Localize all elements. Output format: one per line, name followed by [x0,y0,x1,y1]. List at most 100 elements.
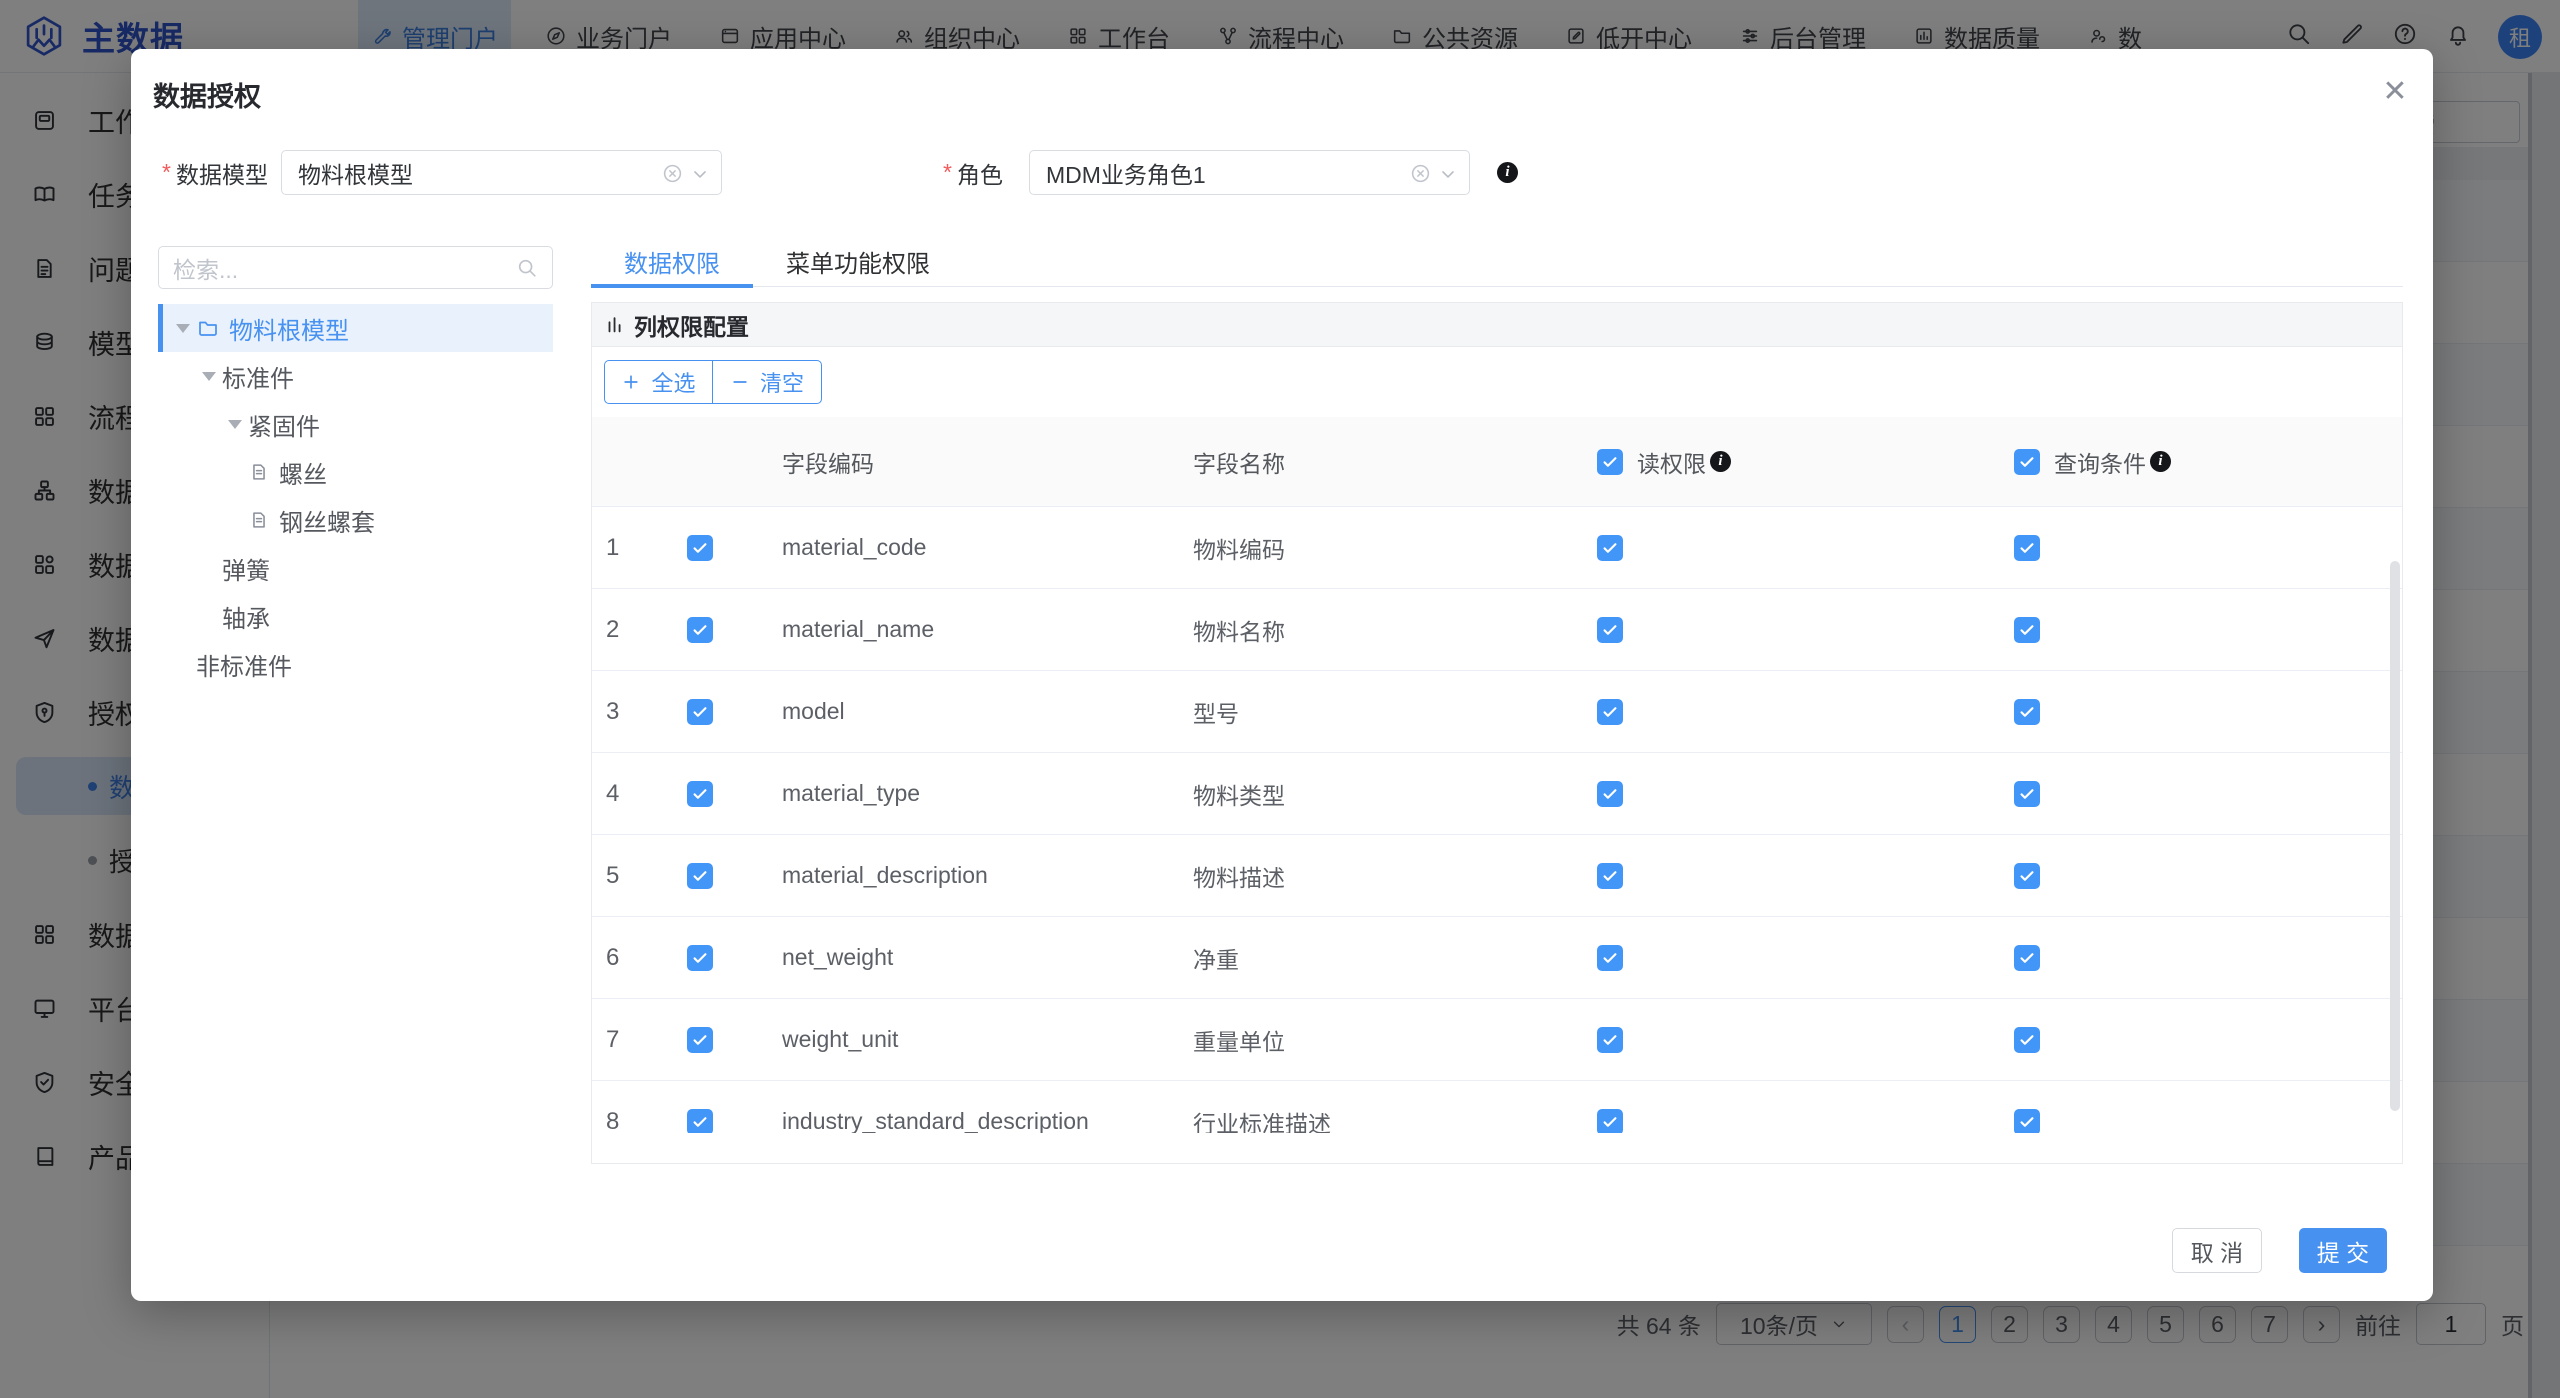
tab-bar: 数据权限 菜单功能权限 [591,235,2403,287]
tree-node-弹簧[interactable]: 弹簧 [158,544,553,592]
read-permission-checkbox[interactable] [1597,1027,1623,1053]
row-checkbox[interactable] [687,863,713,889]
column-permission-card: 列权限配置 全选 清空 字段编 [591,302,2403,1164]
tree-node-螺丝[interactable]: 螺丝 [158,448,553,496]
row-checkbox[interactable] [687,781,713,807]
read-permission-cell [1577,917,1994,998]
row-checkbox[interactable] [687,699,713,725]
field-code-cell: model [766,671,1181,752]
field-code-cell: net_weight [766,917,1181,998]
read-permission-checkbox[interactable] [1597,617,1623,643]
tree-node-label: 紧固件 [248,407,320,442]
tab-menu-function-permission[interactable]: 菜单功能权限 [753,235,963,287]
read-permission-info-icon[interactable]: i [1710,451,1731,472]
query-condition-cell [1994,999,2402,1080]
row-checkbox[interactable] [687,945,713,971]
caret-down-icon[interactable] [196,372,222,381]
tree-node-标准件[interactable]: 标准件 [158,352,553,400]
table-scrollbar-thumb[interactable] [2390,561,2400,1111]
query-condition-checkbox[interactable] [2014,945,2040,971]
tree-node-非标准件[interactable]: 非标准件 [158,640,553,688]
read-permission-checkbox[interactable] [1597,945,1623,971]
chevron-down-icon[interactable] [690,164,710,184]
field-name-cell: 行业标准描述 [1181,1081,1577,1133]
caret-down-icon[interactable] [170,324,196,333]
tree-node-label: 非标准件 [196,647,292,682]
data-model-select[interactable]: 物料根模型 [281,150,722,195]
read-permission-header-checkbox[interactable] [1597,449,1623,475]
read-permission-cell [1577,835,1994,916]
card-title: 列权限配置 [634,308,749,342]
read-permission-checkbox[interactable] [1597,863,1623,889]
query-condition-cell [1994,917,2402,998]
table-row: 3model型号 [592,671,2402,753]
row-select-cell [673,671,766,752]
read-permission-cell [1577,507,1994,588]
tree-node-label: 弹簧 [222,551,270,586]
required-asterisk: * [162,159,171,186]
field-code-cell: material_description [766,835,1181,916]
table-header-row: 字段编码 字段名称 读权限i 查询条件i [592,417,2402,507]
caret-down-icon[interactable] [222,420,248,429]
role-info-icon[interactable]: i [1497,162,1518,183]
row-checkbox[interactable] [687,617,713,643]
row-index: 7 [592,999,673,1080]
search-icon[interactable] [516,257,538,279]
query-condition-header-checkbox[interactable] [2014,449,2040,475]
query-condition-cell [1994,507,2402,588]
clear-all-button[interactable]: 清空 [712,360,822,404]
row-checkbox[interactable] [687,1027,713,1053]
cancel-button[interactable]: 取 消 [2172,1228,2262,1273]
query-condition-checkbox[interactable] [2014,699,2040,725]
close-icon[interactable]: ✕ [2373,69,2417,113]
row-checkbox[interactable] [687,535,713,561]
row-select-cell [673,917,766,998]
header-read-permission: 读权限i [1577,417,1994,506]
query-condition-checkbox[interactable] [2014,781,2040,807]
submit-button[interactable]: 提 交 [2299,1228,2387,1273]
query-condition-checkbox[interactable] [2014,535,2040,561]
data-model-value: 物料根模型 [298,156,413,190]
read-permission-checkbox[interactable] [1597,781,1623,807]
row-select-cell [673,1081,766,1133]
tree-node-label: 轴承 [222,599,270,634]
read-permission-cell [1577,589,1994,670]
read-permission-cell [1577,999,1994,1080]
tree-search-placeholder: 检索... [173,251,238,285]
field-code-cell: weight_unit [766,999,1181,1080]
field-name-cell: 物料类型 [1181,753,1577,834]
query-condition-checkbox[interactable] [2014,1027,2040,1053]
chevron-down-icon[interactable] [1438,164,1458,184]
row-select-cell [673,999,766,1080]
tree-node-label: 螺丝 [279,455,327,490]
select-all-button[interactable]: 全选 [604,360,712,404]
clear-icon[interactable] [1410,163,1431,184]
read-permission-cell [1577,671,1994,752]
field-name-cell: 物料名称 [1181,589,1577,670]
row-checkbox[interactable] [687,1109,713,1134]
tab-data-permission[interactable]: 数据权限 [591,235,753,287]
table-toolbar: 全选 清空 [592,347,2402,417]
role-select[interactable]: MDM业务角色1 [1029,150,1470,195]
query-condition-checkbox[interactable] [2014,1109,2040,1134]
query-condition-cell [1994,1081,2402,1133]
field-name-cell: 物料编码 [1181,507,1577,588]
read-permission-checkbox[interactable] [1597,535,1623,561]
tree-node-钢丝螺套[interactable]: 钢丝螺套 [158,496,553,544]
row-index: 2 [592,589,673,670]
minus-icon [730,372,750,392]
tree-search-input[interactable]: 检索... [158,246,553,289]
header-field-code: 字段编码 [766,417,1181,506]
folder-icon [196,316,220,340]
data-model-label: * 数据模型 [162,150,268,195]
read-permission-checkbox[interactable] [1597,699,1623,725]
query-condition-checkbox[interactable] [2014,617,2040,643]
tree-node-轴承[interactable]: 轴承 [158,592,553,640]
tree-node-物料根模型[interactable]: 物料根模型 [158,304,553,352]
tree-node-紧固件[interactable]: 紧固件 [158,400,553,448]
field-code-cell: industry_standard_description [766,1081,1181,1133]
query-condition-info-icon[interactable]: i [2150,451,2171,472]
query-condition-checkbox[interactable] [2014,863,2040,889]
clear-icon[interactable] [662,163,683,184]
read-permission-checkbox[interactable] [1597,1109,1623,1134]
